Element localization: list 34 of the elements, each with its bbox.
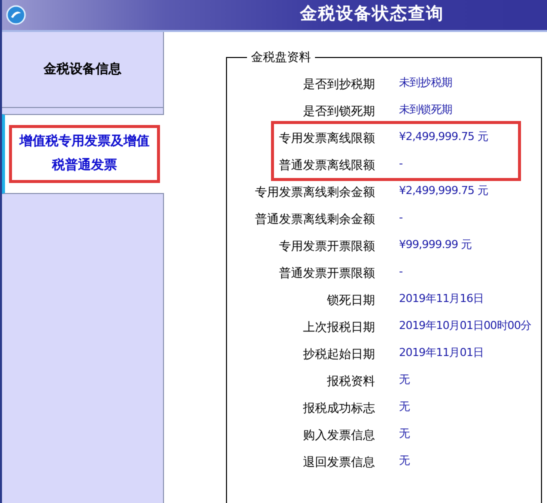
field-label: 专用发票开票限额 (278, 238, 375, 254)
field-value: ¥99,999.99 元 (399, 237, 472, 254)
field-label: 上次报税日期 (302, 318, 375, 336)
field-label: 普通发票开票限额 (278, 264, 375, 282)
field-value: - (399, 264, 403, 280)
field-value: 2019年10月01日00时00分 (399, 318, 532, 334)
sidebar-tab[interactable]: 增值税专用发票及增值税普通发票 (2, 114, 164, 194)
field-value: 2019年11月16日 (399, 291, 484, 308)
field-value: ¥2,499,999.75 元 (399, 183, 488, 200)
field-value: - (399, 156, 403, 172)
field-value: 未到抄税期 (399, 75, 452, 92)
field-label: 是否到锁死期 (302, 102, 375, 120)
field-label: 锁死日期 (326, 292, 375, 308)
field-value: 2019年11月01日 (399, 345, 484, 362)
field-label: 普通发票离线限额 (278, 156, 375, 174)
field-label: 购入发票信息 (302, 426, 375, 444)
panel-legend: 金税盘资料 (247, 48, 315, 66)
window-title: 金税设备状态查询 (300, 3, 444, 26)
field-value: 无 (399, 372, 410, 388)
field-value: 无 (399, 453, 410, 470)
field-label: 是否到抄税期 (302, 76, 375, 92)
field-value: ¥2,499,999.75 元 (399, 129, 488, 146)
field-label: 专用发票离线剩余金额 (254, 184, 375, 200)
field-value: 未到锁死期 (399, 102, 452, 118)
field-label: 报税成功标志 (302, 400, 375, 416)
field-label: 普通发票离线剩余金额 (254, 210, 375, 228)
app-logo-icon (6, 5, 26, 25)
field-value: - (399, 210, 403, 226)
field-value: 无 (399, 426, 410, 442)
field-label: 退回发票信息 (302, 454, 375, 470)
field-label: 报税资料 (326, 372, 375, 390)
field-label: 抄税起始日期 (302, 346, 375, 362)
field-label: 专用发票离线限额 (278, 130, 375, 146)
field-value: 无 (399, 399, 410, 416)
